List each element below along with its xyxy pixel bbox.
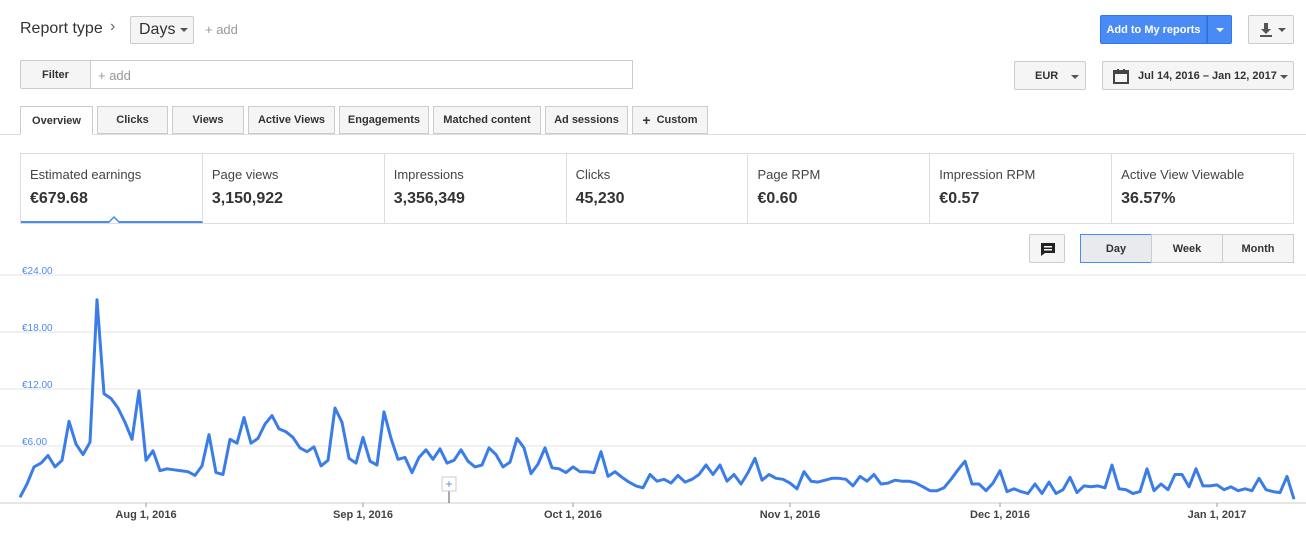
comment-icon bbox=[1041, 243, 1055, 256]
metric-value: 45,230 bbox=[575, 190, 625, 207]
y-axis-ticks: €6.00 €12.00 €18.00 €24.00 bbox=[22, 266, 53, 448]
tab-engagements[interactable]: Engagements bbox=[339, 106, 429, 134]
granularity-select-value: Days bbox=[139, 21, 176, 38]
tab-label: Overview bbox=[32, 114, 81, 127]
filter-button[interactable]: Filter bbox=[20, 60, 91, 89]
tab-label: Clicks bbox=[116, 114, 149, 126]
week-button[interactable]: Week bbox=[1151, 234, 1223, 263]
annotations-button[interactable] bbox=[1029, 234, 1065, 263]
tab-clicks[interactable]: Clicks bbox=[97, 106, 168, 134]
metric-label: Page RPM bbox=[757, 167, 821, 182]
earnings-chart[interactable]: €6.00 €12.00 €18.00 €24.00 Aug 1, 2016 Sep 1… bbox=[0, 265, 1306, 549]
x-tick-label: Oct 1, 2016 bbox=[544, 509, 602, 521]
metric-value: €679.68 bbox=[30, 190, 88, 207]
metric-value: €0.57 bbox=[939, 190, 980, 207]
metric-page-views[interactable]: Page views 3,150,922 bbox=[203, 154, 385, 223]
tab-ad-sessions[interactable]: Ad sessions bbox=[545, 106, 628, 134]
metric-label: Clicks bbox=[575, 167, 611, 182]
metric-label: Impression RPM bbox=[939, 167, 1036, 182]
tab-label: Views bbox=[192, 114, 224, 126]
svg-text:+: + bbox=[445, 477, 452, 491]
add-to-my-reports-button[interactable]: Add to My reports bbox=[1100, 15, 1207, 44]
x-tick-label: Sep 1, 2016 bbox=[333, 509, 393, 521]
plus-icon: + bbox=[642, 112, 651, 128]
chevron-down-icon bbox=[180, 28, 188, 32]
tab-label: Ad sessions bbox=[554, 114, 619, 126]
y-tick-label: €6.00 bbox=[22, 437, 47, 448]
chevron-down-icon bbox=[1278, 28, 1286, 32]
add-to-my-reports-label: Add to My reports bbox=[1106, 23, 1201, 36]
chevron-down-icon bbox=[1071, 75, 1079, 79]
tabs-divider bbox=[0, 134, 1306, 135]
tab-active-views[interactable]: Active Views bbox=[248, 106, 335, 134]
download-button[interactable] bbox=[1248, 15, 1294, 44]
metric-label: Active View Viewable bbox=[1121, 167, 1245, 182]
x-tick-label: Aug 1, 2016 bbox=[115, 509, 176, 521]
x-axis-ticks: Aug 1, 2016 Sep 1, 2016 Oct 1, 2016 Nov 1, … bbox=[115, 503, 1246, 521]
tab-label: Custom bbox=[656, 114, 698, 126]
date-range-text: Jul 14, 2016 – Jan 12, 2017 bbox=[1138, 70, 1277, 82]
month-button[interactable]: Month bbox=[1222, 234, 1294, 263]
metrics-bar: Estimated earnings €679.68 Page views 3,… bbox=[20, 153, 1294, 224]
metric-value: 3,356,349 bbox=[393, 190, 465, 207]
tab-overview[interactable]: Overview bbox=[20, 106, 93, 135]
report-type-label: Report type bbox=[20, 20, 103, 37]
tab-label: Matched content bbox=[443, 114, 531, 126]
x-tick-label: Jan 1, 2017 bbox=[1188, 509, 1247, 521]
add-dimension-link[interactable]: + add bbox=[205, 22, 238, 37]
tab-matched-content[interactable]: Matched content bbox=[433, 106, 541, 134]
granularity-label: Week bbox=[1172, 242, 1202, 255]
metric-active-view-viewable[interactable]: Active View Viewable 36.57% bbox=[1112, 154, 1293, 223]
add-annotation-marker[interactable]: + bbox=[441, 476, 457, 503]
x-tick-label: Dec 1, 2016 bbox=[970, 509, 1030, 521]
earnings-series-line bbox=[18, 298, 1296, 500]
tab-views[interactable]: Views bbox=[172, 106, 244, 134]
granularity-label: Month bbox=[1241, 242, 1275, 255]
tab-custom[interactable]: + Custom bbox=[632, 106, 708, 134]
metric-impressions[interactable]: Impressions 3,356,349 bbox=[385, 154, 567, 223]
y-tick-label: €24.00 bbox=[22, 266, 53, 277]
day-button[interactable]: Day bbox=[1080, 234, 1152, 263]
metric-impression-rpm[interactable]: Impression RPM €0.57 bbox=[930, 154, 1113, 223]
tab-label: Active Views bbox=[257, 114, 326, 126]
currency-select[interactable]: EUR bbox=[1014, 61, 1086, 90]
metric-label: Estimated earnings bbox=[30, 167, 142, 182]
tab-label: Engagements bbox=[347, 114, 421, 126]
chevron-right-icon: › bbox=[110, 18, 116, 35]
y-tick-label: €12.00 bbox=[22, 380, 53, 391]
metric-value: €0.60 bbox=[757, 190, 798, 207]
date-range-picker[interactable]: Jul 14, 2016 – Jan 12, 2017 bbox=[1102, 61, 1294, 90]
metric-value: 3,150,922 bbox=[211, 190, 284, 207]
metric-page-rpm[interactable]: Page RPM €0.60 bbox=[748, 154, 931, 223]
filter-button-label: Filter bbox=[42, 68, 69, 81]
chevron-down-icon bbox=[1280, 75, 1288, 79]
metric-label: Page views bbox=[211, 167, 279, 182]
add-reports-dropdown-button[interactable] bbox=[1207, 15, 1232, 44]
download-icon bbox=[1260, 23, 1272, 37]
metric-value: 36.57% bbox=[1121, 190, 1176, 207]
x-tick-label: Nov 1, 2016 bbox=[760, 509, 821, 521]
selected-pointer-icon bbox=[108, 216, 120, 223]
filter-input[interactable]: + add bbox=[91, 60, 633, 89]
granularity-label: Day bbox=[1105, 242, 1127, 255]
metric-estimated-earnings[interactable]: Estimated earnings €679.68 bbox=[21, 154, 203, 223]
currency-value: EUR bbox=[1035, 69, 1059, 82]
chevron-down-icon bbox=[1216, 28, 1224, 32]
calendar-icon bbox=[1113, 69, 1129, 84]
y-tick-label: €18.00 bbox=[22, 323, 53, 334]
metric-label: Impressions bbox=[393, 167, 464, 182]
metric-clicks[interactable]: Clicks 45,230 bbox=[567, 154, 749, 223]
